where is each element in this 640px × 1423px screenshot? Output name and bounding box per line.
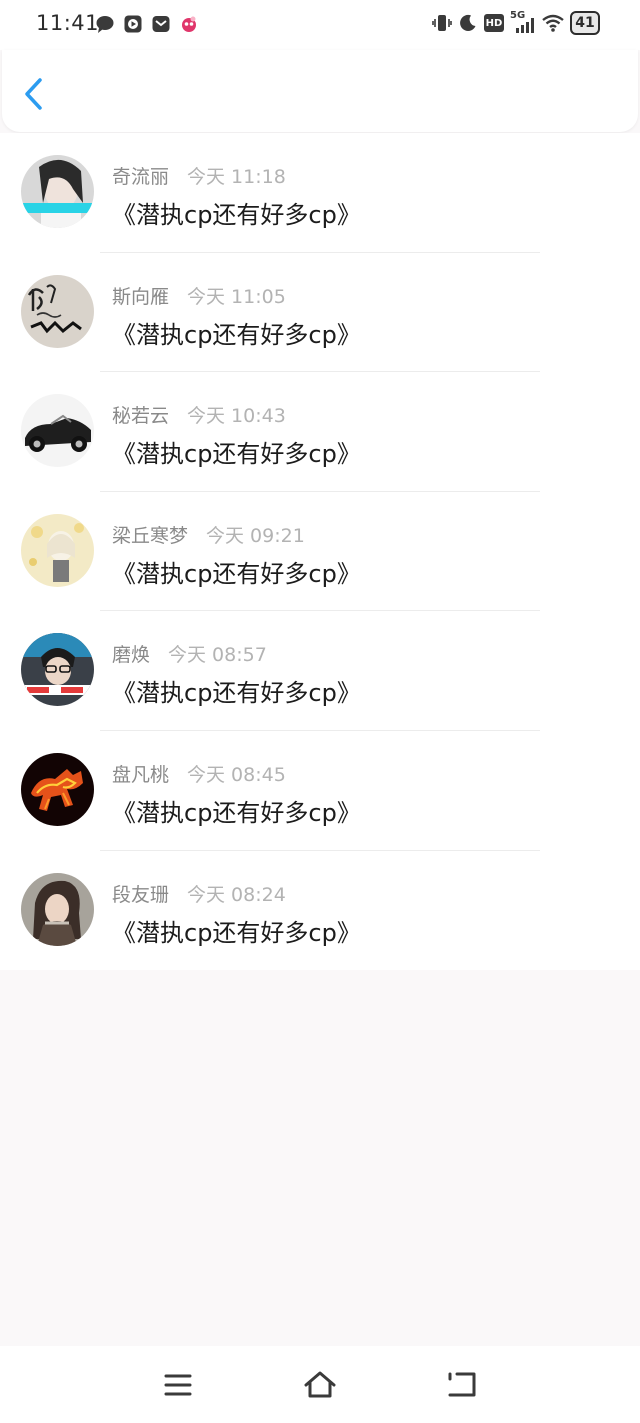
system-nav-bar	[0, 1346, 640, 1423]
status-bar: 11:41 HD 5G 41	[0, 0, 640, 50]
sender-name: 秘若云	[112, 405, 170, 428]
video-play-icon	[124, 15, 142, 33]
message-text: 《潜执cp还有好多cp》	[112, 440, 361, 469]
signal-5g: 5G	[510, 10, 536, 34]
hd-badge: HD	[484, 14, 504, 32]
message-list: 奇流丽 今天 11:18 《潜执cp还有好多cp》 斯向雁 今天 11:05 《…	[0, 133, 640, 971]
message-time: 今天 08:24	[187, 883, 286, 906]
system-status-icons: HD 5G 41	[432, 10, 600, 35]
avatar[interactable]	[21, 872, 94, 946]
chevron-left-icon[interactable]	[18, 76, 48, 112]
sender-name: 奇流丽	[112, 166, 170, 188]
message-time: 今天 10:43	[187, 405, 286, 428]
avatar[interactable]	[21, 155, 94, 228]
message-text: 《潜执cp还有好多cp》	[112, 320, 361, 349]
vibrate-icon	[432, 15, 452, 31]
back-icon[interactable]	[445, 1368, 479, 1402]
app-mascot-icon	[182, 16, 196, 32]
avatar[interactable]	[21, 274, 94, 348]
menu-icon[interactable]	[161, 1368, 195, 1402]
sender-name: 磨焕	[112, 644, 151, 667]
message-text: 《潜执cp还有好多cp》	[112, 798, 361, 827]
avatar[interactable]	[21, 513, 94, 587]
message-time: 今天 11:05	[187, 285, 286, 308]
message-time: 今天 09:21	[206, 524, 305, 547]
avatar[interactable]	[21, 394, 94, 468]
battery-indicator: 41	[570, 11, 600, 35]
wifi-icon	[542, 14, 564, 32]
avatar[interactable]	[21, 633, 94, 707]
avatar[interactable]	[21, 752, 94, 826]
chat-bubble-icon	[96, 16, 114, 33]
status-time: 11:41	[36, 11, 100, 35]
message-time: 今天 08:57	[168, 644, 267, 667]
message-time: 今天 08:45	[187, 763, 286, 786]
sender-name: 盘凡桃	[112, 763, 170, 786]
cell-signal-icon	[516, 18, 534, 33]
list-item[interactable]: 磨焕 今天 08:57 《潜执cp还有好多cp》	[0, 611, 640, 731]
list-item[interactable]: 秘若云 今天 10:43 《潜执cp还有好多cp》	[0, 372, 640, 492]
home-icon[interactable]	[303, 1368, 337, 1402]
sender-name: 段友珊	[112, 883, 170, 906]
do-not-disturb-moon-icon	[460, 14, 476, 31]
notification-icons	[95, 14, 199, 34]
list-item[interactable]: 梁丘寒梦 今天 09:21 《潜执cp还有好多cp》	[0, 492, 640, 612]
list-item[interactable]: 奇流丽 今天 11:18 《潜执cp还有好多cp》	[0, 133, 640, 253]
mail-icon	[152, 16, 170, 32]
message-text: 《潜执cp还有好多cp》	[112, 559, 361, 588]
message-text: 《潜执cp还有好多cp》	[112, 201, 361, 229]
message-time: 今天 11:18	[187, 166, 286, 188]
sender-name: 梁丘寒梦	[112, 524, 189, 547]
message-text: 《潜执cp还有好多cp》	[112, 918, 361, 947]
list-item[interactable]: 盘凡桃 今天 08:45 《潜执cp还有好多cp》	[0, 731, 640, 851]
sender-name: 斯向雁	[112, 285, 170, 308]
list-item[interactable]: 段友珊 今天 08:24 《潜执cp还有好多cp》	[0, 851, 640, 971]
list-item[interactable]: 斯向雁 今天 11:05 《潜执cp还有好多cp》	[0, 253, 640, 373]
header	[2, 50, 638, 132]
message-text: 《潜执cp还有好多cp》	[112, 679, 361, 708]
